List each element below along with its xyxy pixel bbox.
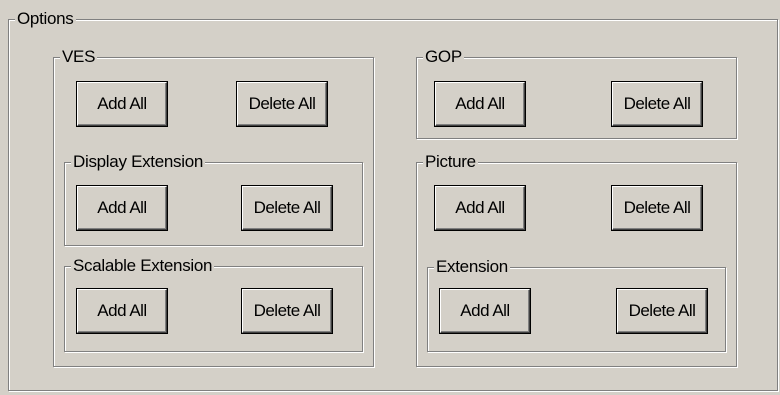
gop-add-all-button[interactable]: Add All xyxy=(435,82,525,126)
picture-extension-add-all-button[interactable]: Add All xyxy=(440,289,530,333)
ves-add-all-button[interactable]: Add All xyxy=(77,82,167,126)
picture-group-title: Picture xyxy=(423,152,478,172)
picture-delete-all-button[interactable]: Delete All xyxy=(612,186,702,230)
picture-add-all-button[interactable]: Add All xyxy=(435,186,525,230)
display-extension-group-title: Display Extension xyxy=(71,152,206,172)
gop-group-title: GOP xyxy=(423,47,464,67)
scalable-extension-add-all-button[interactable]: Add All xyxy=(77,289,167,333)
display-extension-add-all-button[interactable]: Add All xyxy=(77,186,167,230)
scalable-extension-group-title: Scalable Extension xyxy=(71,256,215,276)
picture-extension-delete-all-button[interactable]: Delete All xyxy=(617,289,707,333)
scalable-extension-delete-all-button[interactable]: Delete All xyxy=(242,289,332,333)
options-group-title: Options xyxy=(15,9,76,29)
display-extension-delete-all-button[interactable]: Delete All xyxy=(242,186,332,230)
gop-delete-all-button[interactable]: Delete All xyxy=(612,82,702,126)
ves-delete-all-button[interactable]: Delete All xyxy=(237,82,327,126)
ves-group-title: VES xyxy=(60,47,98,67)
picture-extension-group-title: Extension xyxy=(434,257,510,277)
